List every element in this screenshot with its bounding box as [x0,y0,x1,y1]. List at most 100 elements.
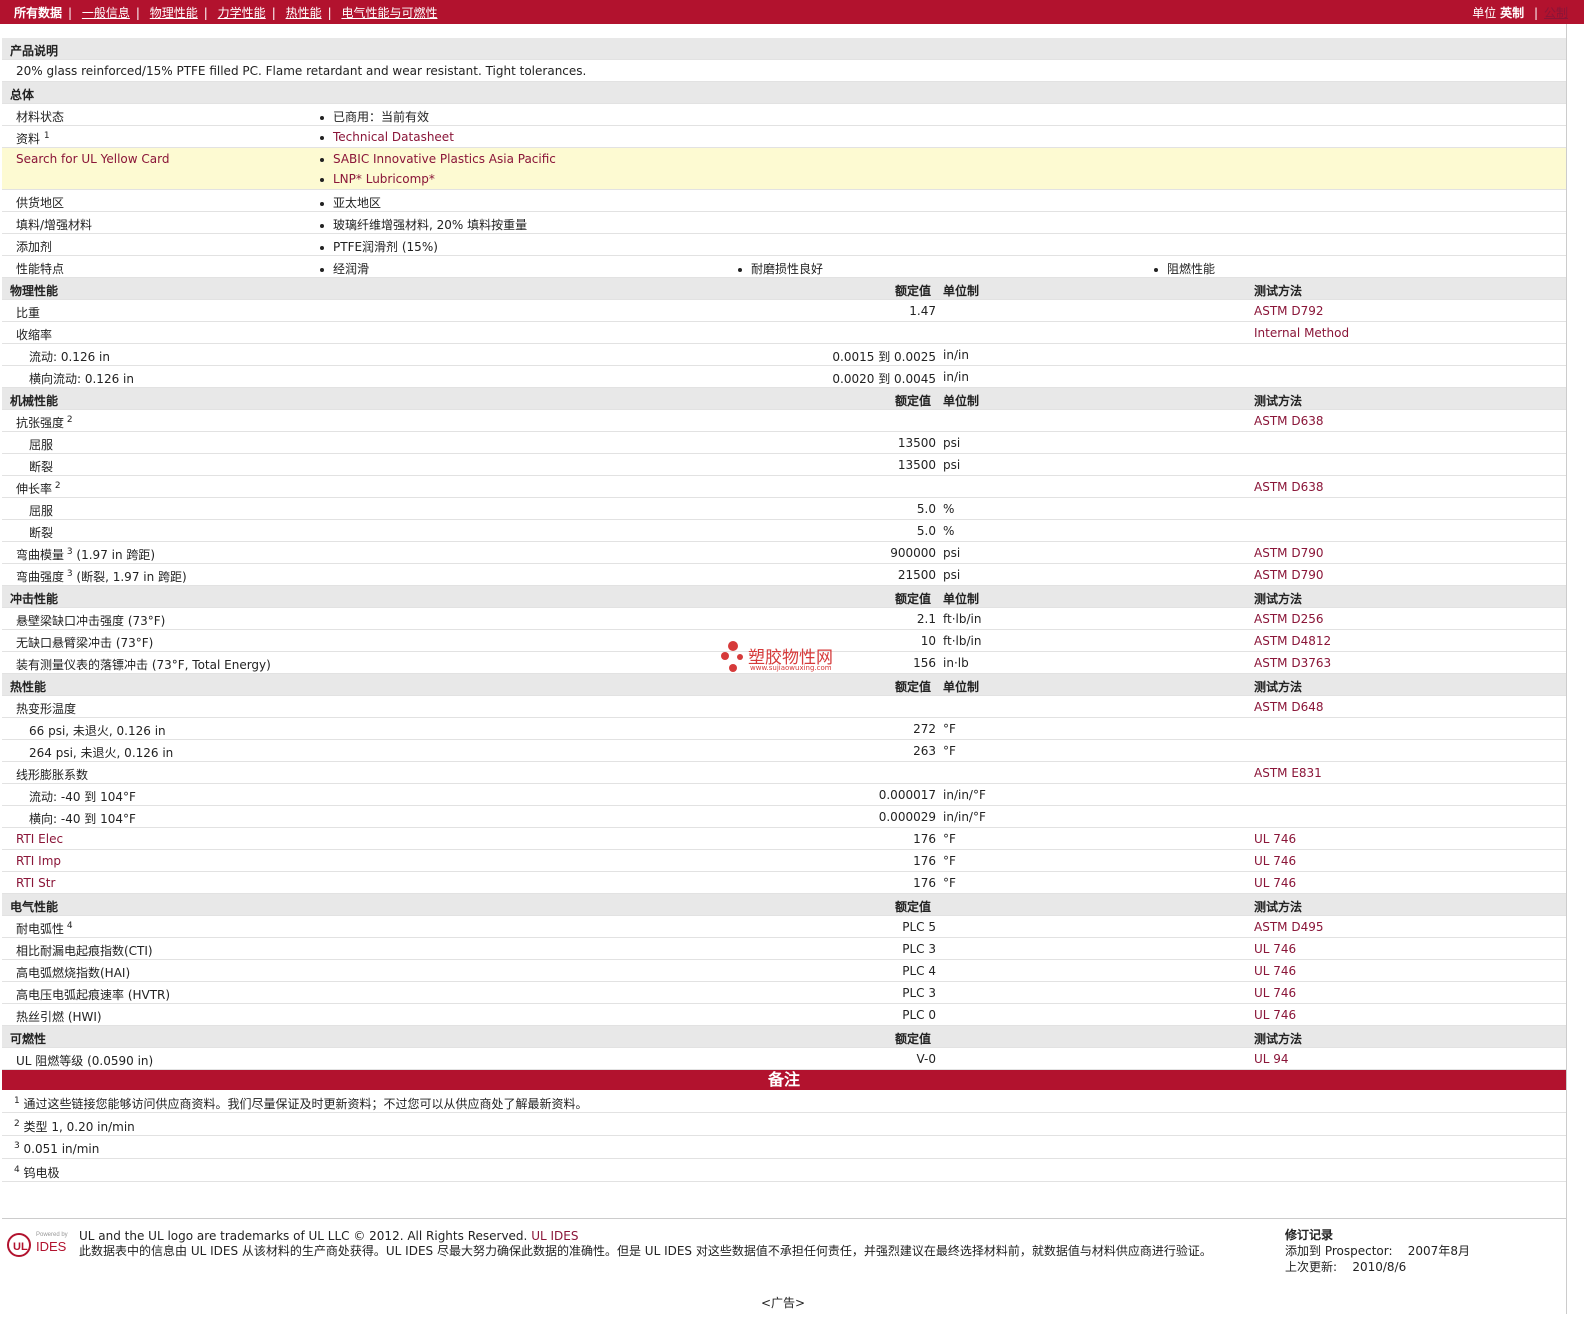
section-header-physical: 物理性能 额定值 单位制 测试方法 [2,278,1566,300]
header-method: 测试方法 [1254,394,1303,408]
nav-general-info[interactable]: 一般信息 [82,6,130,20]
section-title: 冲击性能 [10,592,59,606]
ul-ides-link[interactable]: UL IDES [531,1229,578,1243]
property-label: 横向: -40 到 104°F [29,812,136,826]
property-label: 屈服 [29,438,54,452]
test-method-link[interactable]: UL 746 [1254,964,1296,978]
property-row: 弯曲强度 3 (断裂, 1.97 in 跨距) 21500 psi ASTM D790 [2,564,1566,586]
note-text: 2 类型 1, 0.20 in/min [14,1119,135,1134]
feature-item: 耐磨损性良好 [738,260,823,277]
nav-physical[interactable]: 物理性能 [150,6,198,20]
svg-text:Powered by: Powered by [36,1232,68,1238]
header-nominal: 额定值 [895,1032,932,1046]
property-label[interactable]: RTI Imp [16,854,61,868]
note-item: 4 钨电极 [2,1159,1566,1182]
property-unit: psi [943,436,961,450]
units-label: 单位 [1472,6,1497,20]
test-method-link[interactable]: UL 746 [1254,942,1296,956]
test-method-link[interactable]: ASTM D638 [1254,480,1323,494]
test-method-link[interactable]: ASTM D3763 [1254,656,1331,670]
test-method-link[interactable]: ASTM D790 [1254,568,1323,582]
section-header-thermal: 热性能 额定值 单位制 测试方法 [2,674,1566,696]
note-item: 1 通过这些链接您能够访问供应商资料。我们尽量保证及时更新资料；不过您可以从供应… [2,1090,1566,1113]
svg-text:UL: UL [13,1241,28,1253]
property-value: 0.000017 [878,788,936,802]
test-method-link[interactable]: UL 746 [1254,1008,1296,1022]
property-unit: psi [943,458,961,472]
watermark: 塑胶物性网 www.sujiaowuxing.com [720,640,850,676]
bullet-value: SABIC Innovative Plastics Asia Pacific [320,152,556,166]
property-value: PLC 3 [902,986,936,1000]
ul-ides-logo: UL Powered by IDES [6,1229,76,1259]
property-label: 热变形温度 [16,702,77,716]
header-unit: 单位制 [943,680,980,694]
property-unit: ft·lb/in [943,634,982,648]
property-row: 断裂 13500 psi [2,454,1566,476]
property-value: PLC 5 [902,920,936,934]
bullet-value: 已商用：当前有效 [320,108,429,125]
property-label: 弯曲强度 3 (断裂, 1.97 in 跨距) [16,569,187,584]
property-row: 耐电弧性 4 PLC 5 ASTM D495 [2,916,1566,938]
test-method-link[interactable]: ASTM D792 [1254,304,1323,318]
property-unit: % [943,502,955,516]
property-label: 264 psi, 未退火, 0.126 in [29,746,174,760]
property-row: 屈服 13500 psi [2,432,1566,454]
technical-datasheet-link[interactable]: Technical Datasheet [333,130,454,144]
test-method-link[interactable]: UL 94 [1254,1052,1289,1066]
property-row: 66 psi, 未退火, 0.126 in 272 °F [2,718,1566,740]
property-label[interactable]: RTI Elec [16,832,63,846]
bullet-value: 玻璃纤维增强材料, 20% 填料按重量 [320,216,527,233]
sabic-link[interactable]: SABIC Innovative Plastics Asia Pacific [333,152,556,166]
property-row: 热丝引燃 (HWI) PLC 0 UL 746 [2,1004,1566,1026]
test-method-link[interactable]: ASTM D256 [1254,612,1323,626]
trademark-text: UL and the UL logo are trademarks of UL … [79,1229,528,1243]
property-value: 272 [913,722,936,736]
disclaimer-text: 此数据表中的信息由 UL IDES 从该材料的生产商处获得。UL IDES 尽最… [79,1244,1212,1258]
property-label: 弯曲模量 3 (1.97 in 跨距) [16,547,156,562]
property-value: PLC 4 [902,964,936,978]
lnp-link[interactable]: LNP* Lubricomp* [333,172,435,186]
unit-english[interactable]: 英制 [1500,6,1524,20]
bullet-value: Technical Datasheet [320,130,454,144]
header-unit: 单位制 [943,394,980,408]
test-method-link[interactable]: ASTM D4812 [1254,634,1331,648]
test-method-link[interactable]: ASTM D495 [1254,920,1323,934]
feature-item: 经润滑 [320,260,369,277]
property-row: 流动: 0.126 in 0.0015 到 0.0025 in/in [2,344,1566,366]
label: 资料 1 [16,131,50,146]
property-value: 2.1 [916,612,936,626]
nav-mechanical[interactable]: 力学性能 [218,6,266,20]
test-method-link[interactable]: ASTM D790 [1254,546,1323,560]
section-header-impact: 冲击性能 额定值 单位制 测试方法 [2,586,1566,608]
property-row: 悬壁梁缺口冲击强度 (73°F) 2.1 ft·lb/in ASTM D256 [2,608,1566,630]
property-label: 横向流动: 0.126 in [29,372,134,386]
row-region: 供货地区 亚太地区 [2,190,1566,212]
nav-thermal[interactable]: 热性能 [286,6,322,20]
note-item: 2 类型 1, 0.20 in/min [2,1113,1566,1136]
test-method-link[interactable]: UL 746 [1254,832,1296,846]
test-method-link[interactable]: UL 746 [1254,876,1296,890]
property-label: 流动: -40 到 104°F [29,790,136,804]
property-row: 伸长率 2 ASTM D638 [2,476,1566,498]
section-title: 电气性能 [10,900,59,914]
nav-all-data[interactable]: 所有数据 [14,6,62,20]
yellow-card-search-link[interactable]: Search for UL Yellow Card [16,152,169,166]
test-method-link[interactable]: ASTM D638 [1254,414,1323,428]
header-nominal: 额定值 [895,900,932,914]
label: 填料/增强材料 [16,218,93,232]
section-header-electrical: 电气性能 额定值 测试方法 [2,894,1566,916]
property-label: 66 psi, 未退火, 0.126 in [29,724,166,738]
property-label: 悬壁梁缺口冲击强度 (73°F) [16,614,166,628]
unit-metric[interactable]: 公制 [1544,6,1568,20]
test-method-link[interactable]: UL 746 [1254,854,1296,868]
test-method-link[interactable]: ASTM E831 [1254,766,1322,780]
property-label[interactable]: RTI Str [16,876,55,890]
test-method-link[interactable]: Internal Method [1254,326,1349,340]
property-label: 热丝引燃 (HWI) [16,1010,102,1024]
test-method-link[interactable]: UL 746 [1254,986,1296,1000]
nav-electrical-flammability[interactable]: 电气性能与可燃性 [341,6,437,20]
test-method-link[interactable]: ASTM D648 [1254,700,1323,714]
footer: UL Powered by IDES UL and the UL logo ar… [2,1218,1566,1287]
watermark-url: www.sujiaowuxing.com [750,664,832,672]
property-unit: °F [943,854,956,868]
